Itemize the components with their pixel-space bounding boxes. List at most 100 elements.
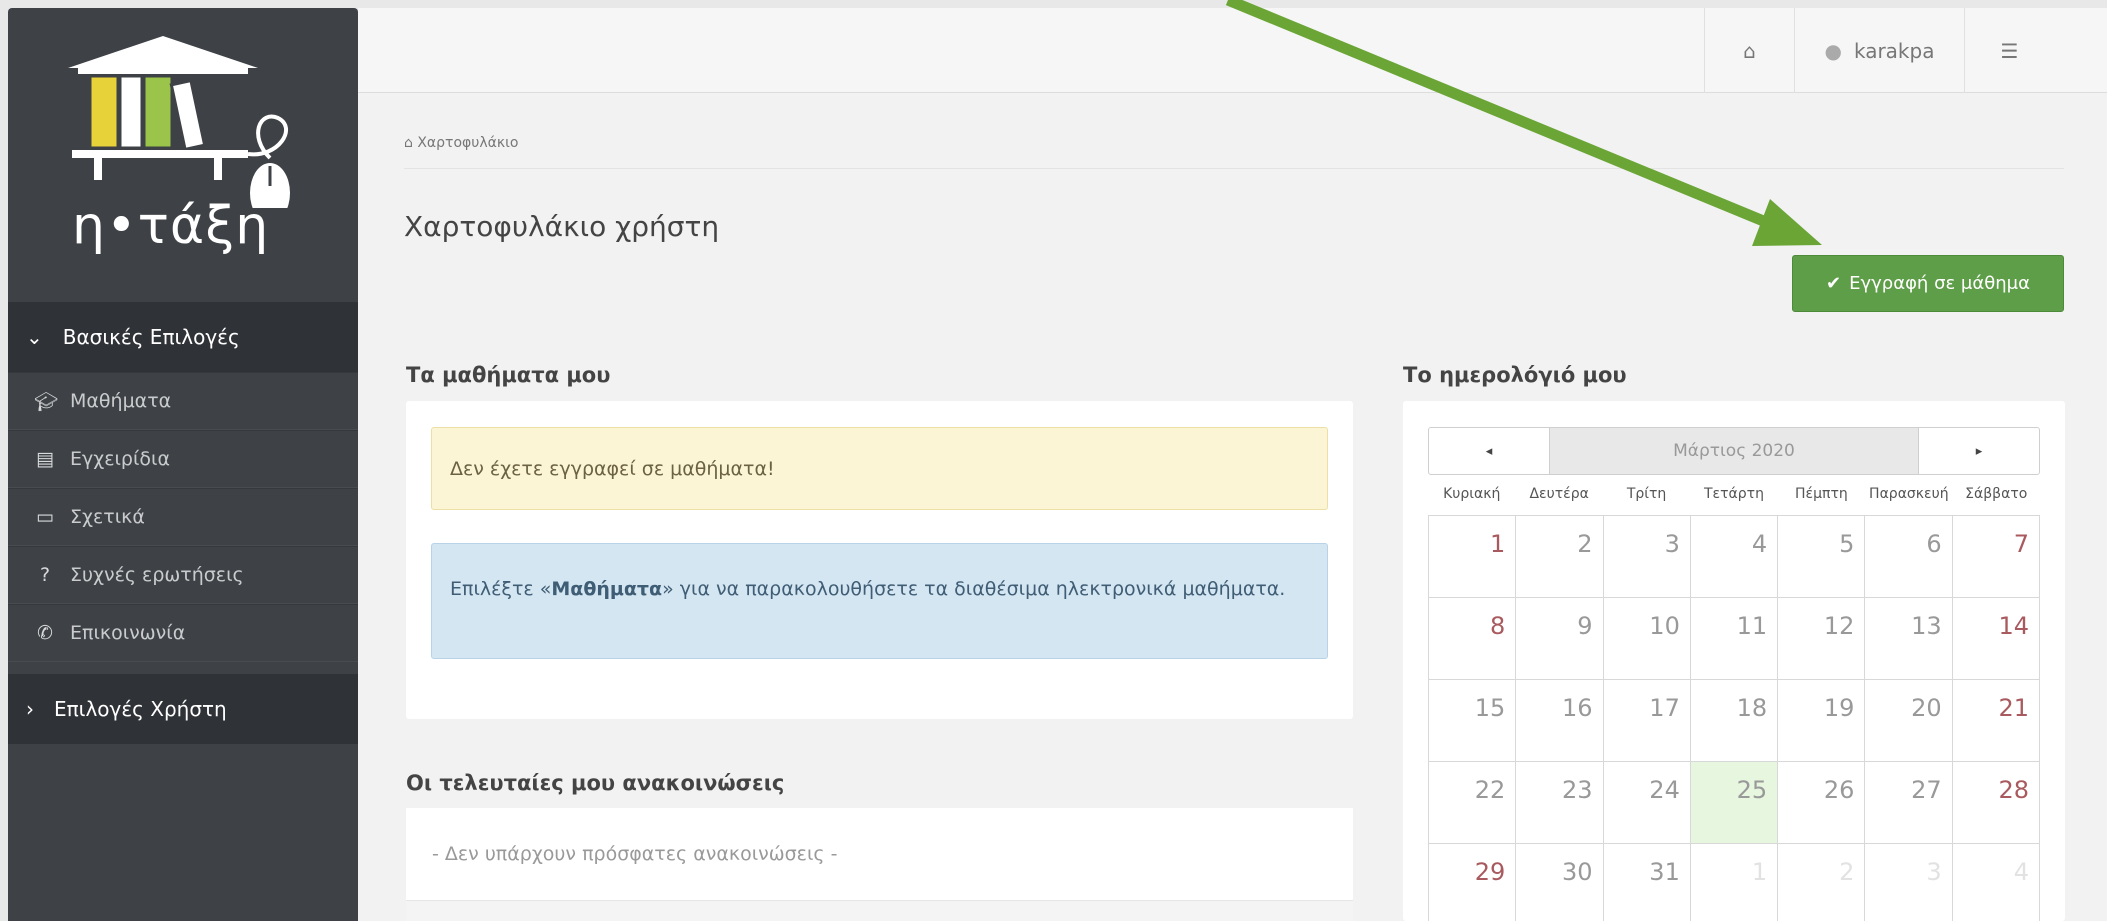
info-suffix: » για να παρακολουθήσετε τα διαθέσιμα ηλ… [662, 578, 1286, 600]
calendar-grid: 1 2 3 4 5 6 7 8 9 10 11 12 13 14 15 16 1… [1428, 515, 2040, 921]
chevron-down-icon: ⌄ [26, 325, 43, 349]
sidebar-item-faq[interactable]: ? Συχνές ερωτήσεις [8, 546, 358, 604]
caret-right-icon: ▸ [1975, 443, 1983, 459]
calendar-day[interactable]: 15 [1429, 680, 1517, 762]
sidebar-item-label: Σχετικά [70, 506, 145, 528]
calendar-day[interactable]: 13 [1865, 598, 1953, 680]
section-label: Βασικές Επιλογές [62, 325, 240, 349]
logo-icon [68, 36, 290, 208]
page-title: Χαρτοφυλάκιο χρήστη [404, 210, 720, 243]
calendar-day[interactable]: 31 [1604, 844, 1691, 921]
breadcrumb[interactable]: ⌂ Χαρτοφυλάκιο [404, 135, 518, 151]
credit-card-icon: ▭ [36, 506, 54, 528]
chevron-right-icon: › [26, 697, 34, 721]
topbar: ⌂ ● karakpa ☰ [358, 8, 2107, 93]
check-icon: ✔ [1826, 273, 1842, 294]
calendar-day[interactable]: 21 [1952, 680, 2040, 762]
weekday: Παρασκευή [1869, 486, 1949, 502]
calendar-day[interactable]: 1 [1429, 516, 1517, 598]
calendar-day[interactable]: 7 [1952, 516, 2040, 598]
calendar-day[interactable]: 24 [1603, 762, 1691, 844]
sidebar-item-label: Συχνές ερωτήσεις [70, 564, 244, 586]
settings-button[interactable]: ☰ [1964, 8, 2054, 93]
calendar-header: ◂ Μάρτιος 2020 ▸ [1428, 427, 2040, 475]
sidebar-item-label: Μαθήματα [70, 390, 172, 412]
calendar-day-other-month[interactable]: 3 [1865, 844, 1953, 921]
calendar-day[interactable]: 3 [1603, 516, 1691, 598]
phone-icon: ✆ [37, 622, 53, 644]
weekday: Πέμπτη [1795, 486, 1848, 502]
warning-text: Δεν έχετε εγγραφεί σε μαθήματα! [450, 457, 775, 480]
enroll-course-button[interactable]: ✔ Εγγραφή σε μάθημα [1792, 255, 2064, 312]
question-circle-icon: ? [39, 564, 51, 586]
graduation-cap-icon: 🎓︎ [34, 390, 59, 413]
courses-info-alert: Επιλέξτε «Μαθήματα» για να παρακολουθήσε… [431, 543, 1328, 659]
logo-text: η•τάξη [72, 196, 270, 256]
calendar-day-other-month[interactable]: 4 [1953, 844, 2040, 921]
calendar-day-other-month[interactable]: 2 [1778, 844, 1866, 921]
sidebar-item-label: Επικοινωνία [70, 622, 186, 644]
weekday: Τρίτη [1626, 486, 1667, 502]
calendar-day[interactable]: 10 [1603, 598, 1691, 680]
sidebar: η•τάξη ⌄ Βασικές Επιλογές 🎓︎ Μαθήματα ▤ … [8, 8, 358, 921]
user-menu[interactable]: ● karakpa [1794, 8, 1964, 93]
calendar-day[interactable]: 14 [1952, 598, 2040, 680]
home-icon: ⌂ [1743, 38, 1756, 63]
calendar-day[interactable]: 4 [1690, 516, 1779, 598]
caret-left-icon: ◂ [1485, 443, 1493, 459]
home-button[interactable]: ⌂ [1704, 8, 1794, 93]
calendar-day[interactable]: 26 [1778, 762, 1866, 844]
calendar-day[interactable]: 20 [1865, 680, 1953, 762]
calendar-day[interactable]: 16 [1516, 680, 1604, 762]
calendar-day[interactable]: 23 [1516, 762, 1604, 844]
username: karakpa [1853, 38, 1935, 63]
calendar-day[interactable]: 11 [1690, 598, 1779, 680]
calendar-day[interactable]: 18 [1690, 680, 1779, 762]
info-courses-link[interactable]: Μαθήματα [551, 578, 662, 600]
calendar-day-today[interactable]: 25 [1690, 762, 1779, 844]
section-user-options[interactable]: › Επιλογές Χρήστη [8, 674, 358, 744]
announcements-empty-text: - Δεν υπάρχουν πρόσφατες ανακοινώσεις - [432, 843, 838, 865]
calendar-day[interactable]: 8 [1429, 598, 1517, 680]
home-icon: ⌂ [404, 135, 418, 151]
announcements-footer [406, 900, 1353, 921]
calendar-day[interactable]: 17 [1603, 680, 1691, 762]
calendar-day[interactable]: 2 [1516, 516, 1604, 598]
user-icon: ● [1824, 38, 1842, 63]
section-basic-options[interactable]: ⌄ Βασικές Επιλογές [8, 302, 358, 372]
weekday: Σάββατο [1965, 486, 2028, 502]
sidebar-item-contact[interactable]: ✆ Επικοινωνία [8, 604, 358, 662]
calendar-prev-button[interactable]: ◂ [1428, 427, 1550, 475]
calendar-day[interactable]: 19 [1778, 680, 1866, 762]
weekday: Κυριακή [1443, 486, 1501, 502]
no-courses-warning: Δεν έχετε εγγραφεί σε μαθήματα! [431, 427, 1328, 510]
calendar-day[interactable]: 9 [1516, 598, 1604, 680]
weekday: Τετάρτη [1703, 486, 1764, 502]
sidebar-item-manuals[interactable]: ▤ Εγχειρίδια [8, 430, 358, 488]
calendar-day[interactable]: 12 [1778, 598, 1866, 680]
announcements-title: Οι τελευταίες μου ανακοινώσεις [406, 771, 785, 795]
info-prefix: Επιλέξτε « [450, 578, 552, 600]
calendar-title: Το ημερολόγιό μου [1403, 363, 1627, 387]
calendar-day[interactable]: 29 [1429, 844, 1517, 921]
calendar-day-other-month[interactable]: 1 [1691, 844, 1779, 921]
sidebar-item-label: Εγχειρίδια [70, 448, 170, 470]
sidebar-item-about[interactable]: ▭ Σχετικά [8, 488, 358, 546]
calendar-day[interactable]: 22 [1429, 762, 1517, 844]
logo[interactable]: η•τάξη [8, 8, 358, 303]
weekday: Δευτέρα [1529, 486, 1589, 502]
calendar-day[interactable]: 5 [1778, 516, 1866, 598]
calendar-weekdays: Κυριακή Δευτέρα Τρίτη Τετάρτη Πέμπτη Παρ… [1428, 486, 2040, 510]
calendar-day[interactable]: 27 [1865, 762, 1953, 844]
calendar-day[interactable]: 30 [1516, 844, 1604, 921]
sidebar-item-courses[interactable]: 🎓︎ Μαθήματα [8, 372, 358, 430]
sliders-icon: ☰ [2000, 38, 2019, 63]
breadcrumb-label: Χαρτοφυλάκιο [417, 135, 519, 151]
calendar-day[interactable]: 6 [1865, 516, 1953, 598]
calendar-day[interactable]: 28 [1952, 762, 2040, 844]
announcements-empty: - Δεν υπάρχουν πρόσφατες ανακοινώσεις - [406, 808, 1353, 900]
calendar-next-button[interactable]: ▸ [1918, 427, 2040, 475]
calendar-month-label: Μάρτιος 2020 [1550, 427, 1918, 475]
document-icon: ▤ [36, 448, 54, 470]
divider [404, 168, 2064, 169]
